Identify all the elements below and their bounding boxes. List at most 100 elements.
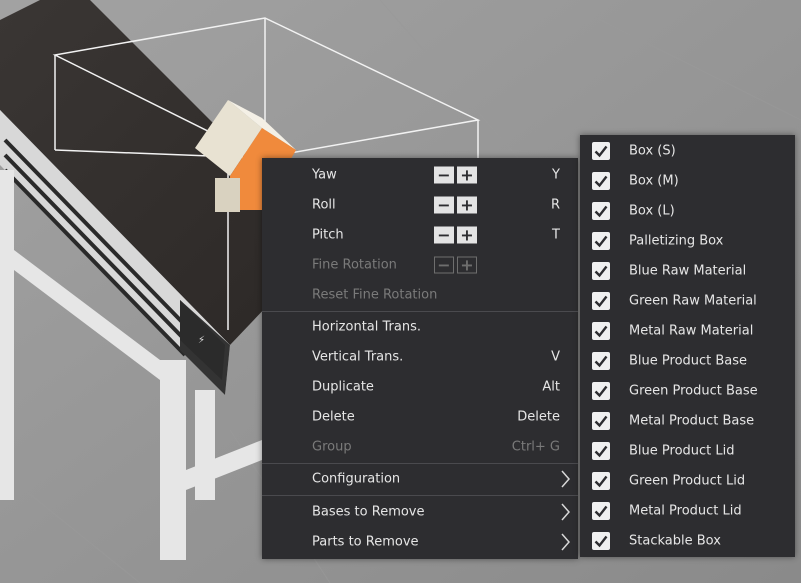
checkbox[interactable] [592,502,610,520]
menu-item-shortcut: R [550,197,560,213]
submenu-item[interactable]: Green Product Lid [580,466,795,496]
menu-item-label: Duplicate [312,379,374,395]
svg-text:⚡: ⚡ [198,335,205,346]
checkmark-icon [594,175,608,188]
submenu-item[interactable]: Metal Product Lid [580,496,795,526]
checkmark-icon [594,205,608,218]
submenu-item[interactable]: Green Raw Material [580,286,795,316]
menu-item-roll[interactable]: Roll − + R [262,190,578,220]
submenu-item[interactable]: Stackable Box [580,526,795,556]
plus-icon[interactable]: + [457,166,477,184]
submenu-item-label: Box (S) [629,143,676,159]
checkmark-icon [594,325,608,338]
minus-icon[interactable]: − [434,226,454,244]
menu-item-shortcut: Alt [542,379,560,395]
context-menu: Yaw − + Y Roll − + R Pitch − + T Fine Ro… [262,158,578,559]
checkbox[interactable] [592,262,610,280]
minus-icon: − [434,256,454,274]
submenu-item-label: Metal Product Base [629,413,755,429]
checkmark-icon [594,265,608,278]
menu-item-fine-rotation: Fine Rotation − + [262,250,578,280]
submenu-item[interactable]: Green Product Base [580,376,795,406]
submenu-item-label: Box (L) [629,203,675,219]
checkmark-icon [594,385,608,398]
checkbox[interactable] [592,172,610,190]
menu-item-shortcut: Y [552,167,560,183]
menu-item-label: Delete [312,409,355,425]
minus-icon[interactable]: − [434,196,454,214]
checkbox[interactable] [592,292,610,310]
plus-icon: + [457,256,477,274]
menu-item-shortcut: Delete [517,409,560,425]
menu-item-pitch[interactable]: Pitch − + T [262,220,578,250]
minus-icon[interactable]: − [434,166,454,184]
menu-item-duplicate[interactable]: Duplicate Alt [262,372,578,402]
checkbox[interactable] [592,142,610,160]
checkbox[interactable] [592,382,610,400]
checkmark-icon [594,235,608,248]
menu-item-label: Parts to Remove [312,534,419,550]
checkbox[interactable] [592,322,610,340]
submenu-item-label: Green Product Lid [629,473,746,489]
menu-item-vertical-trans[interactable]: Vertical Trans. V [262,342,578,372]
fine-rotation-steppers: − + [434,256,477,274]
menu-item-yaw[interactable]: Yaw − + Y [262,160,578,190]
checkmark-icon [594,475,608,488]
submenu-item-label: Blue Product Base [629,353,748,369]
submenu-item-label: Palletizing Box [629,233,724,249]
checkmark-icon [594,415,608,428]
checkbox[interactable] [592,232,610,250]
submenu-item[interactable]: Box (S) [580,136,795,166]
menu-item-configuration[interactable]: Configuration [262,464,578,494]
menu-item-label: Pitch [312,227,344,243]
menu-item-label: Fine Rotation [312,257,397,273]
menu-item-label: Horizontal Trans. [312,319,421,335]
checkbox[interactable] [592,472,610,490]
submenu-item-label: Blue Raw Material [629,263,747,279]
submenu-item[interactable]: Metal Product Base [580,406,795,436]
checkbox[interactable] [592,202,610,220]
checkbox[interactable] [592,442,610,460]
menu-item-shortcut: T [552,227,560,243]
menu-item-label: Group [312,439,352,455]
submenu-item[interactable]: Blue Product Base [580,346,795,376]
plus-icon[interactable]: + [457,226,477,244]
submenu-item-label: Blue Product Lid [629,443,735,459]
checkbox[interactable] [592,532,610,550]
parts-to-remove-submenu: Box (S) Box (M) Box (L) Palletizing Box Blue… [580,135,795,557]
menu-item-horizontal-trans[interactable]: Horizontal Trans. [262,312,578,342]
checkbox[interactable] [592,412,610,430]
submenu-item-label: Green Raw Material [629,293,757,309]
submenu-item[interactable]: Blue Raw Material [580,256,795,286]
submenu-item[interactable]: Metal Raw Material [580,316,795,346]
submenu-item-label: Stackable Box [629,533,721,549]
submenu-item-label: Box (M) [629,173,679,189]
chevron-right-icon [561,533,570,551]
menu-item-parts-to-remove[interactable]: Parts to Remove [262,527,578,557]
checkmark-icon [594,505,608,518]
checkmark-icon [594,295,608,308]
menu-item-delete[interactable]: Delete Delete [262,402,578,432]
submenu-item-label: Green Product Base [629,383,758,399]
menu-item-bases-to-remove[interactable]: Bases to Remove [262,497,578,527]
menu-item-label: Reset Fine Rotation [312,287,438,303]
submenu-item[interactable]: Box (M) [580,166,795,196]
checkmark-icon [594,535,608,548]
yaw-steppers: − + [434,166,477,184]
pitch-steppers: − + [434,226,477,244]
submenu-item[interactable]: Palletizing Box [580,226,795,256]
submenu-item[interactable]: Blue Product Lid [580,436,795,466]
menu-item-label: Vertical Trans. [312,349,404,365]
menu-item-reset-fine-rotation: Reset Fine Rotation [262,280,578,310]
submenu-item-label: Metal Product Lid [629,503,742,519]
menu-item-group: Group Ctrl+ G [262,432,578,462]
menu-item-label: Yaw [312,167,337,183]
roll-steppers: − + [434,196,477,214]
plus-icon[interactable]: + [457,196,477,214]
submenu-item[interactable]: Box (L) [580,196,795,226]
checkmark-icon [594,355,608,368]
menu-item-label: Configuration [312,471,401,487]
checkbox[interactable] [592,352,610,370]
menu-item-shortcut: V [551,349,560,365]
checkmark-icon [594,145,608,158]
